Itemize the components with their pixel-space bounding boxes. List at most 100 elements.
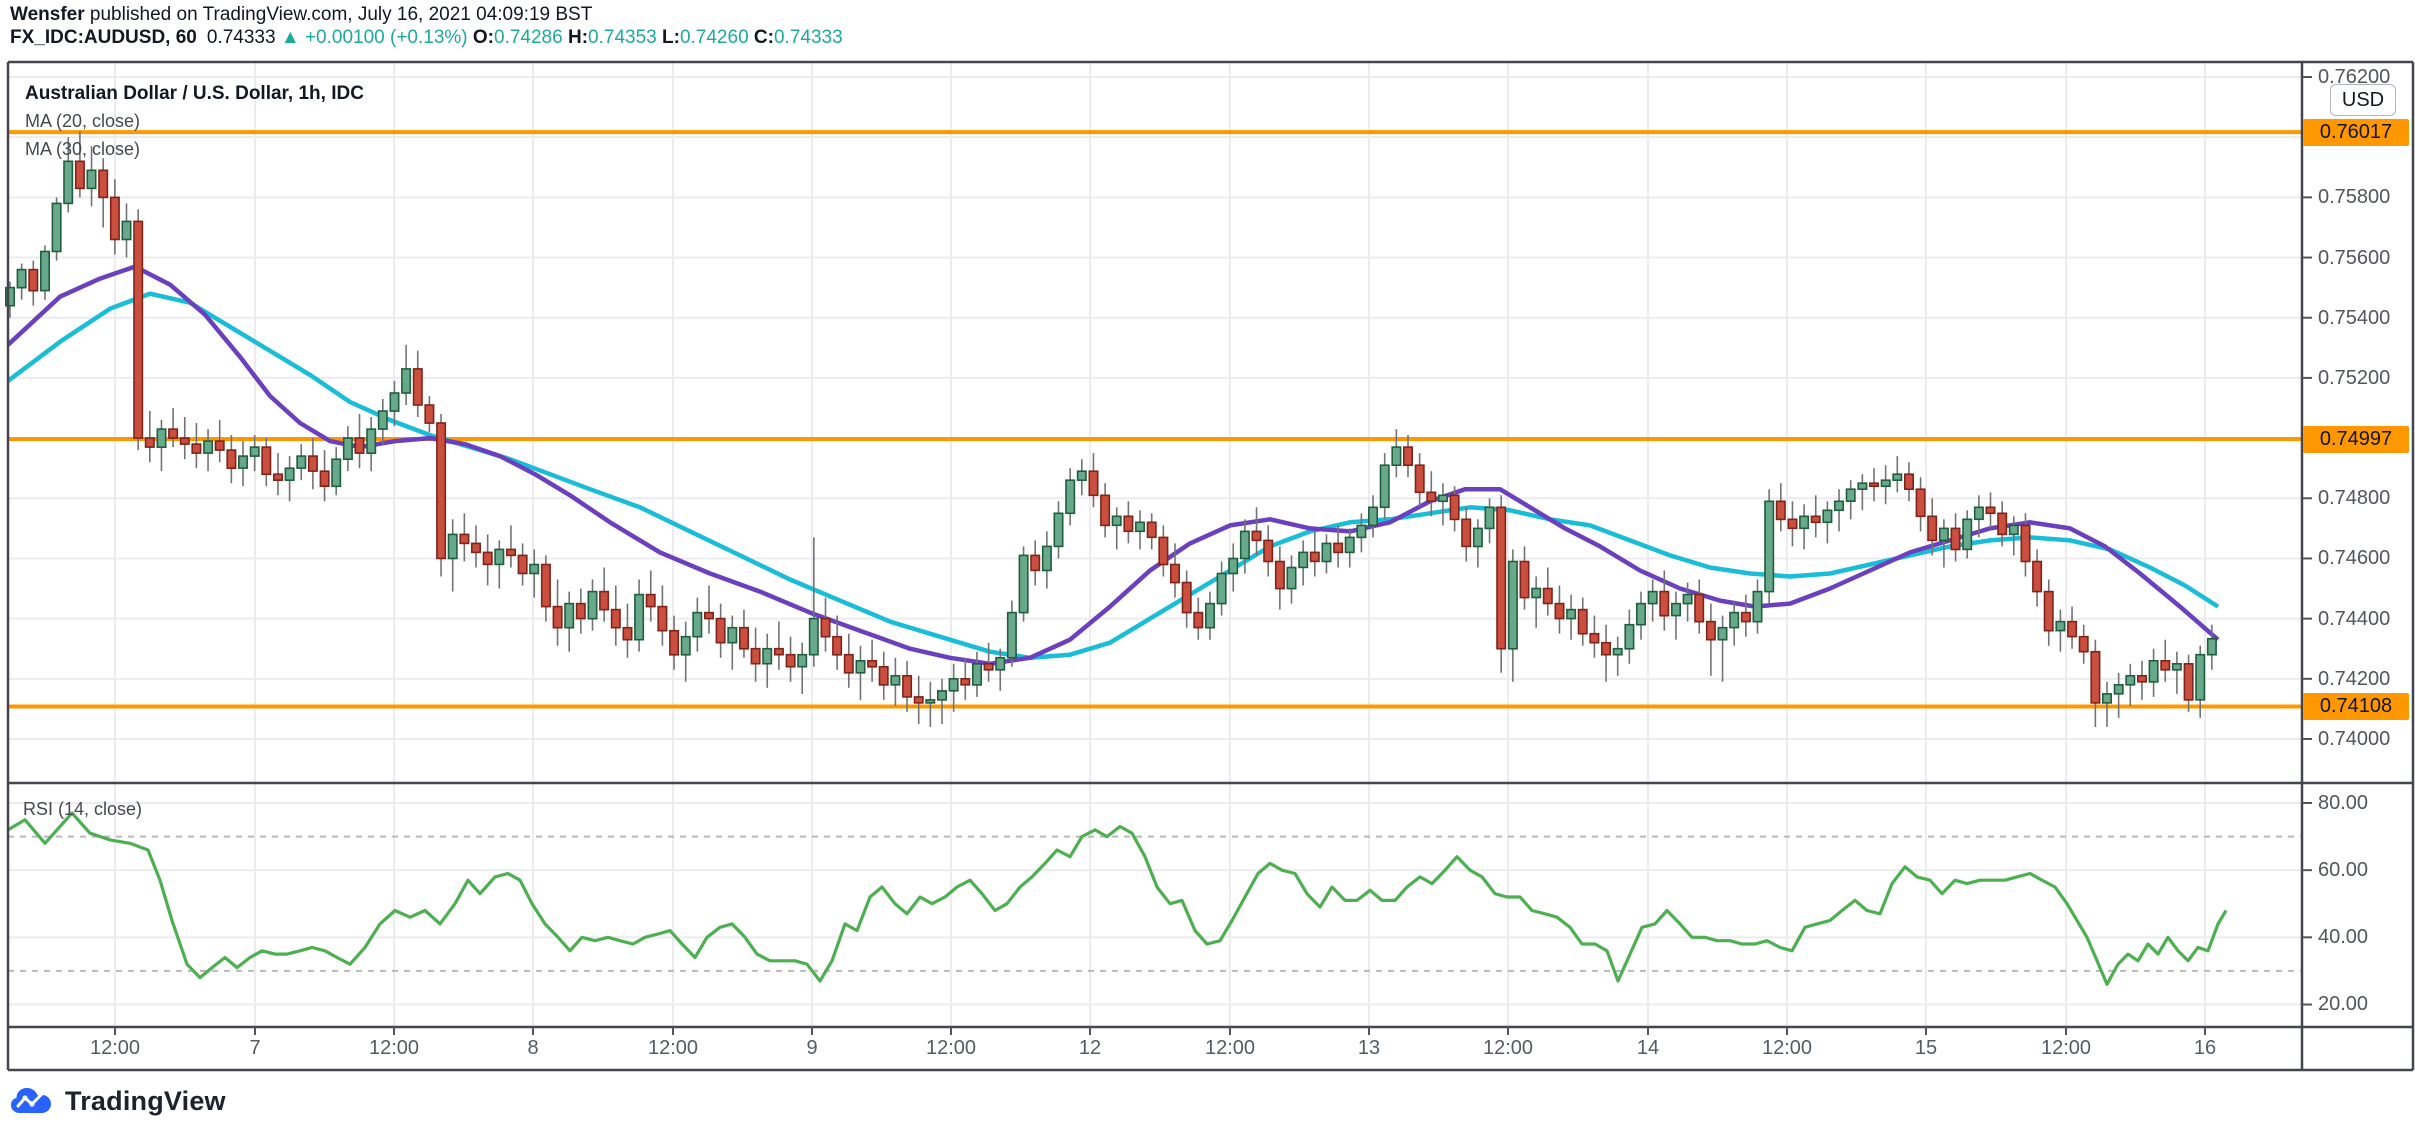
candle [1579, 610, 1587, 634]
candle [1357, 525, 1365, 537]
candle [239, 456, 247, 468]
candle [1625, 625, 1633, 649]
candle [565, 604, 573, 628]
candle [1276, 562, 1284, 589]
time-axis-label: 12:00 [911, 1037, 991, 1060]
tradingview-logo-icon [10, 1085, 56, 1117]
candle [635, 595, 643, 640]
ma20-legend[interactable]: MA (20, close) [25, 111, 140, 132]
price-tick-label: 0.74200 [2318, 668, 2408, 691]
ma30-legend[interactable]: MA (30, close) [25, 139, 140, 160]
candle [740, 628, 748, 649]
chart-title: Australian Dollar / U.S. Dollar, 1h, IDC [25, 83, 364, 105]
candle [1346, 537, 1354, 552]
candle [1264, 540, 1272, 561]
price-level-badge[interactable]: 0.74997 [2303, 426, 2409, 453]
candle [2196, 655, 2204, 700]
price-tick-label: 0.74800 [2318, 487, 2408, 510]
candle [1870, 483, 1878, 486]
candle [1450, 495, 1458, 519]
price-tick-label: 0.75600 [2318, 247, 2408, 270]
rsi-legend[interactable]: RSI (14, close) [23, 799, 142, 820]
candle [2080, 637, 2088, 652]
candle [2091, 652, 2099, 703]
candle [1043, 546, 1051, 570]
candle [1788, 519, 1796, 528]
candle [1986, 507, 1994, 513]
candle [1299, 552, 1307, 567]
candle [1019, 555, 1027, 612]
candle [1416, 465, 1424, 492]
candle [1637, 604, 1645, 625]
rsi-line[interactable] [8, 813, 2226, 984]
candle [17, 270, 25, 288]
candle [1765, 501, 1773, 591]
time-axis-label: 12:00 [1468, 1037, 1548, 1060]
price-tick-label: 0.74000 [2318, 728, 2408, 751]
candle [1649, 592, 1657, 604]
candle [1800, 516, 1808, 528]
candle [1136, 522, 1144, 531]
candle [146, 438, 154, 447]
candle [1404, 447, 1412, 465]
candle [449, 534, 457, 558]
candle [705, 613, 713, 619]
candle [111, 197, 119, 239]
candle [344, 438, 352, 459]
candle [577, 604, 585, 619]
price-tick-label: 0.75400 [2318, 307, 2408, 330]
candle [52, 203, 60, 251]
candle [472, 543, 480, 552]
candle [390, 393, 398, 411]
candle [484, 552, 492, 564]
rsi-tick-label: 20.00 [2318, 993, 2408, 1016]
candle [845, 655, 853, 673]
candle [2138, 676, 2146, 682]
candle [1835, 501, 1843, 510]
candle [1905, 474, 1913, 489]
candle [1730, 613, 1738, 628]
time-axis-label: 12 [1050, 1037, 1130, 1060]
candle [1882, 480, 1890, 486]
candle [1590, 634, 1598, 643]
candle [1893, 474, 1901, 480]
candle [1252, 531, 1260, 540]
candle [379, 411, 387, 429]
price-tick-label: 0.74600 [2318, 547, 2408, 570]
candle [833, 637, 841, 655]
price-level-badge[interactable]: 0.76017 [2303, 119, 2409, 146]
candle [542, 565, 550, 607]
candle [1567, 610, 1575, 619]
candle [1148, 522, 1156, 537]
candle [1963, 519, 1971, 549]
price-tick-label: 0.75200 [2318, 367, 2408, 390]
candle [1916, 489, 1924, 516]
candle [1194, 613, 1202, 628]
candle [460, 534, 468, 543]
candle [1975, 507, 1983, 519]
candle [623, 628, 631, 640]
candle [1206, 604, 1214, 628]
price-level-badge[interactable]: 0.74108 [2303, 693, 2409, 720]
candle [751, 649, 759, 664]
currency-badge[interactable]: USD [2330, 84, 2396, 116]
candle [1497, 507, 1505, 648]
candle [169, 429, 177, 438]
candle [856, 661, 864, 673]
candle [1753, 592, 1761, 622]
candle [693, 613, 701, 637]
candle [1241, 531, 1249, 558]
candle [2184, 664, 2192, 700]
time-axis-label: 7 [215, 1037, 295, 1060]
candle [1532, 589, 1540, 598]
candle [647, 595, 655, 607]
candle [367, 429, 375, 453]
candle [402, 369, 410, 393]
price-chart[interactable] [0, 0, 2415, 1127]
tradingview-logo[interactable]: TradingView [10, 1085, 226, 1117]
candle [926, 700, 934, 703]
candle [1311, 552, 1319, 561]
price-tick-label: 0.75800 [2318, 186, 2408, 209]
candle [157, 429, 165, 447]
candle [1369, 507, 1377, 525]
